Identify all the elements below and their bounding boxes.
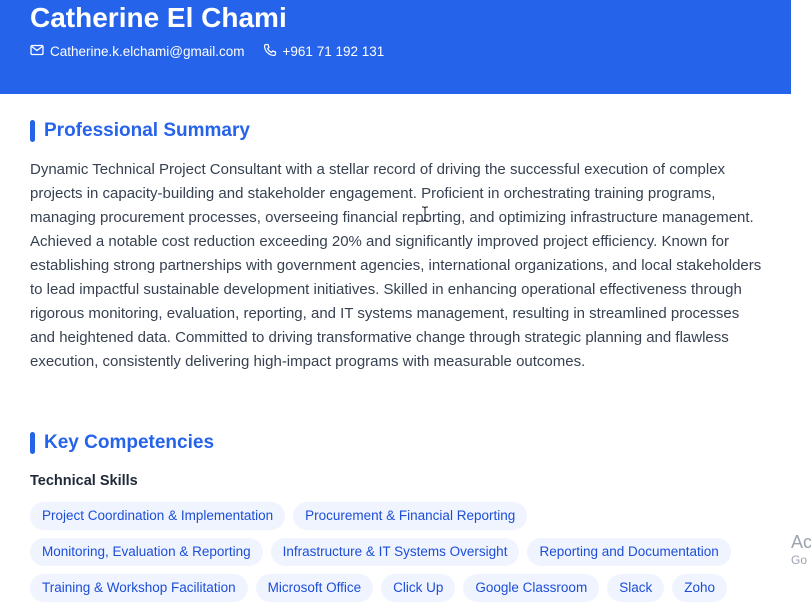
watermark-line-2: Go (791, 553, 808, 567)
email-contact[interactable]: Catherine.k.elchami@gmail.com (30, 44, 245, 59)
competencies-title: Key Competencies (44, 432, 215, 453)
phone-contact[interactable]: +961 71 192 131 (263, 43, 385, 60)
competencies-heading: Key Competencies (30, 432, 214, 454)
text-cursor-icon (421, 206, 429, 227)
skill-chip: Training & Workshop Facilitation (30, 574, 248, 602)
heading-accent-bar (30, 432, 35, 454)
activation-watermark: Ac Go (791, 532, 811, 568)
skill-chip: Procurement & Financial Reporting (293, 502, 528, 530)
summary-heading: Professional Summary (30, 120, 250, 142)
skill-chips: Project Coordination & Implementation Pr… (30, 502, 770, 606)
skill-chip: Monitoring, Evaluation & Reporting (30, 538, 263, 566)
skill-chip: Reporting and Documentation (527, 538, 731, 566)
watermark-line-1: Ac (791, 532, 811, 552)
skill-chip: Click Up (381, 574, 456, 602)
skill-chip: Project Coordination & Implementation (30, 502, 286, 530)
skill-chip: Infrastructure & IT Systems Oversight (270, 538, 520, 566)
skill-chip: Microsoft Office (255, 574, 374, 602)
contact-info: Catherine.k.elchami@gmail.com +961 71 19… (30, 43, 402, 60)
mail-icon (30, 44, 50, 59)
email-text: Catherine.k.elchami@gmail.com (50, 44, 245, 59)
chip-row: Training & Workshop Facilitation Microso… (30, 574, 770, 602)
candidate-name: Catherine El Chami (30, 2, 287, 33)
right-gutter (791, 0, 811, 606)
skill-chip: Google Classroom (463, 574, 600, 602)
phone-icon (263, 43, 283, 60)
summary-text: Dynamic Technical Project Consultant wit… (30, 161, 762, 370)
skill-chip: Slack (607, 574, 665, 602)
resume-header: Catherine El Chami Catherine.k.elchami@g… (0, 0, 791, 94)
skill-chip: Zoho (672, 574, 727, 602)
chip-row: Monitoring, Evaluation & Reporting Infra… (30, 538, 770, 566)
technical-skills-label: Technical Skills (30, 473, 138, 489)
resume-page: Catherine El Chami Catherine.k.elchami@g… (0, 0, 791, 606)
heading-accent-bar (30, 120, 35, 142)
chip-row: Project Coordination & Implementation Pr… (30, 502, 770, 530)
summary-title: Professional Summary (44, 120, 250, 141)
phone-text: +961 71 192 131 (282, 44, 385, 59)
